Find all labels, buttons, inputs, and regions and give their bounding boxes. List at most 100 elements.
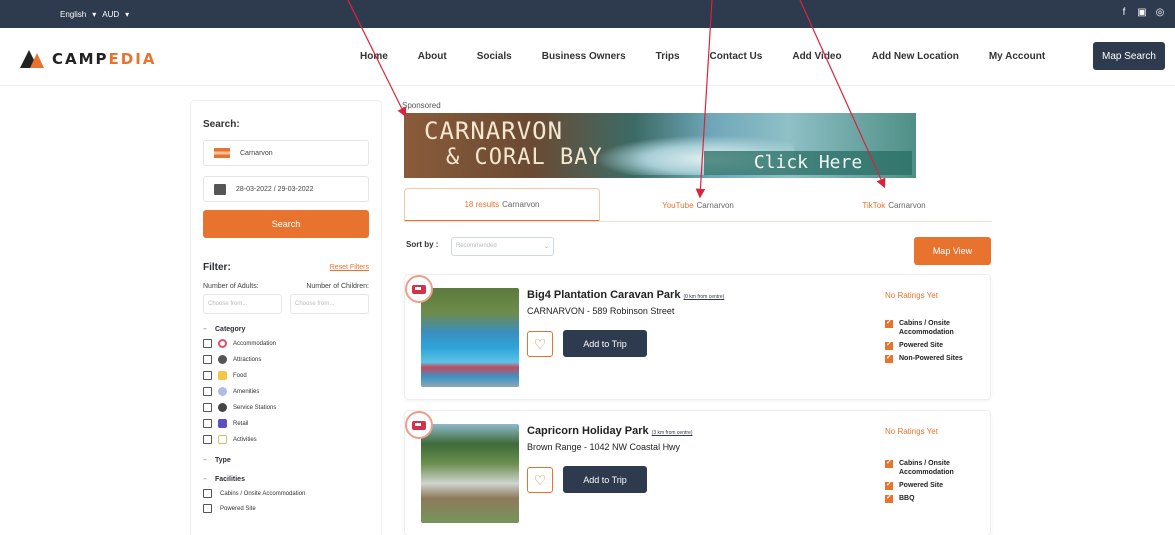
facility-label: Cabins / Onsite Accommodation <box>220 490 306 497</box>
nav-add-new-location[interactable]: Add New Location <box>872 51 959 62</box>
sponsored-banner[interactable]: CARNARVON & CORAL BAY Click Here <box>404 113 916 178</box>
facility-item[interactable]: Powered Site <box>203 504 369 513</box>
listing-name[interactable]: Capricorn Holiday Park (3 km from centre) <box>527 425 693 437</box>
category-item[interactable]: Accommodation <box>203 338 369 349</box>
checkbox[interactable] <box>203 339 212 348</box>
listing-name[interactable]: Big4 Plantation Caravan Park (0 km from c… <box>527 289 724 301</box>
favorite-heart-icon[interactable]: ♡ <box>527 467 553 493</box>
category-label: Attractions <box>233 356 262 363</box>
add-to-trip-button[interactable]: Add to Trip <box>563 330 647 357</box>
guest-labels: Number of Adults: Number of Children: <box>203 283 369 290</box>
attractions-icon <box>218 355 227 364</box>
location-value: Carnarvon <box>240 149 273 157</box>
check-icon <box>885 340 893 350</box>
listing-address: CARNARVON - 589 Robinson Street <box>527 306 675 316</box>
sort-label: Sort by : <box>406 240 439 249</box>
category-group-title[interactable]: Category <box>203 326 369 333</box>
locale-selector[interactable]: English ▾ AUD ▾ <box>60 10 129 19</box>
instagram-icon[interactable]: ◎ <box>1155 8 1165 18</box>
facebook-icon[interactable]: f <box>1119 8 1129 18</box>
checkbox[interactable] <box>203 419 212 428</box>
page: English ▾ AUD ▾ f ▣ ◎ CAMPEDIA Home Abou… <box>0 0 1175 535</box>
category-item[interactable]: Retail <box>203 418 369 429</box>
category-item[interactable]: Service Stations <box>203 402 369 413</box>
sort-placeholder: Recommended <box>456 243 497 249</box>
currency-select[interactable]: AUD <box>102 10 119 19</box>
accommodation-icon <box>218 339 227 348</box>
caravan-icon <box>405 411 433 439</box>
tab-youtube[interactable]: YouTube Carnarvon <box>600 188 796 222</box>
amenity-item: Cabins / Onsite Accommodation <box>885 458 985 477</box>
listing-card[interactable]: Big4 Plantation Caravan Park (0 km from c… <box>404 274 991 400</box>
checkbox[interactable] <box>203 435 212 444</box>
reset-filters-link[interactable]: Reset Filters <box>330 264 369 271</box>
search-button[interactable]: Search <box>203 210 369 238</box>
nav-home[interactable]: Home <box>360 51 388 62</box>
category-label: Activities <box>233 436 257 443</box>
sponsored-label: Sponsored <box>402 101 441 110</box>
listing-address: Brown Range - 1042 NW Coastal Hwy <box>527 442 681 452</box>
food-icon <box>218 371 227 380</box>
children-select[interactable]: Choose from... <box>290 294 369 314</box>
search-label: Search: <box>203 119 240 130</box>
category-label: Amenities <box>233 388 260 395</box>
chevron-down-icon: ▾ <box>125 10 130 19</box>
banner-title: CARNARVON <box>424 117 564 145</box>
nav-trips[interactable]: Trips <box>656 51 680 62</box>
checkbox[interactable] <box>203 504 212 513</box>
listing-card[interactable]: Capricorn Holiday Park (3 km from centre)… <box>404 410 991 535</box>
facility-item[interactable]: Cabins / Onsite Accommodation <box>203 489 369 498</box>
map-view-button[interactable]: Map View <box>914 237 991 265</box>
type-group-title[interactable]: Type <box>203 457 369 464</box>
facilities-group-title[interactable]: Facilities <box>203 476 369 483</box>
listing-distance: (3 km from centre) <box>651 430 693 436</box>
banner-subtitle: & CORAL BAY <box>446 145 603 170</box>
location-input[interactable]: Carnarvon <box>203 140 369 166</box>
service-station-icon <box>218 403 227 412</box>
category-item[interactable]: Activities <box>203 434 369 445</box>
language-select[interactable]: English <box>60 10 86 19</box>
calendar-icon <box>214 183 226 195</box>
category-item[interactable]: Amenities <box>203 386 369 397</box>
category-item[interactable]: Food <box>203 370 369 381</box>
adults-select[interactable]: Choose from... <box>203 294 282 314</box>
listing-photo[interactable] <box>421 424 519 523</box>
category-item[interactable]: Attractions <box>203 354 369 365</box>
favorite-heart-icon[interactable]: ♡ <box>527 331 553 357</box>
youtube-icon[interactable]: ▣ <box>1137 8 1147 18</box>
nav-add-video[interactable]: Add Video <box>792 51 841 62</box>
map-search-button[interactable]: Map Search <box>1093 42 1165 70</box>
nav-about[interactable]: About <box>418 51 447 62</box>
tab-results[interactable]: 18 results Carnarvon <box>404 188 600 222</box>
checkbox[interactable] <box>203 371 212 380</box>
sort-select[interactable]: Recommended ⌄ <box>451 237 554 256</box>
checkbox[interactable] <box>203 403 212 412</box>
checkbox[interactable] <box>203 489 212 498</box>
amenity-item: BBQ <box>885 493 985 503</box>
nav-business-owners[interactable]: Business Owners <box>542 51 626 62</box>
tab-tiktok[interactable]: TikTok Carnarvon <box>796 188 992 222</box>
children-label: Number of Children: <box>306 283 369 290</box>
checkbox[interactable] <box>203 387 212 396</box>
listing-distance: (0 km from centre) <box>683 294 725 300</box>
banner-cta[interactable]: Click Here <box>704 151 912 175</box>
nav-my-account[interactable]: My Account <box>989 51 1045 62</box>
check-icon <box>885 458 893 468</box>
listing-photo[interactable] <box>421 288 519 387</box>
date-range-input[interactable]: 28-03-2022 / 29-03-2022 <box>203 176 369 202</box>
filter-header: Filter: Reset Filters <box>203 262 369 273</box>
amenities-list: Cabins / Onsite Accommodation Powered Si… <box>885 458 985 507</box>
rating-text: No Ratings Yet <box>885 427 938 436</box>
flag-icon <box>214 148 230 158</box>
filter-title: Filter: <box>203 262 231 273</box>
nav-contact-us[interactable]: Contact Us <box>710 51 763 62</box>
checkbox[interactable] <box>203 355 212 364</box>
logo-mark-icon <box>20 50 44 68</box>
nav-socials[interactable]: Socials <box>477 51 512 62</box>
add-to-trip-button[interactable]: Add to Trip <box>563 466 647 493</box>
check-icon <box>885 493 893 503</box>
check-icon <box>885 480 893 490</box>
chevron-down-icon: ⌄ <box>543 244 549 250</box>
header: CAMPEDIA Home About Socials Business Own… <box>0 28 1175 86</box>
logo[interactable]: CAMPEDIA <box>20 50 156 68</box>
